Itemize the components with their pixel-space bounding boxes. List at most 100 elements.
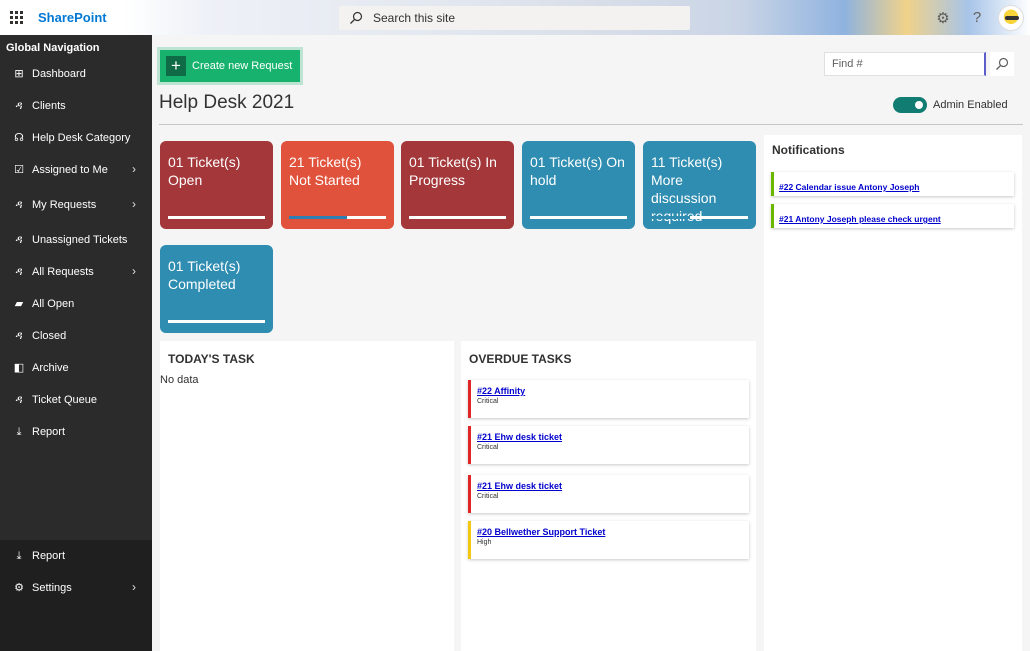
todays-task-empty: No data [160,374,199,386]
dashboard-icon: ⊞ [14,68,24,80]
sidebar-item-my-requests[interactable]: ዳ My Requests › [0,186,152,224]
tile-not-started[interactable]: 21 Ticket(s) Not Started [281,141,394,229]
sidebar-item-report[interactable]: ⤓ Report [0,416,152,448]
sidebar-item-report-bottom[interactable]: ⤓ Report [0,540,152,572]
sidebar-item-label: All Open [32,298,75,310]
sidebar-item-closed[interactable]: ዳ Closed [0,320,152,352]
notification-item[interactable]: #22 Calendar issue Antony Joseph [771,172,1014,196]
notification-link[interactable]: #22 Calendar issue Antony Joseph [779,182,919,192]
overdue-task-item[interactable]: #20 Bellwether Support Ticket High [468,521,749,559]
find-button[interactable] [990,52,1014,76]
sidebar-item-label: Report [32,550,66,562]
chevron-right-icon: › [132,580,136,594]
create-request-label: Create new Request [192,60,293,72]
sidebar-item-ticket-queue[interactable]: ዳ Ticket Queue [0,384,152,416]
tile-progress-bar [409,216,506,219]
tile-open[interactable]: 01 Ticket(s) Open [160,141,273,229]
sidebar-item-dashboard[interactable]: ⊞ Dashboard [0,58,152,90]
help-button[interactable]: ? [960,0,994,35]
sidebar-item-label: Report [32,426,66,438]
person-clock-icon: ዳ [15,394,23,406]
nav-title: Global Navigation [6,42,100,54]
nav-bottom-section: ⤓ Report ⚙ Settings › [0,540,152,651]
task-link[interactable]: #20 Bellwether Support Ticket [477,527,749,537]
site-search-input[interactable]: Search this site [339,6,690,30]
person-add-icon: ዳ [15,199,23,211]
tile-progress-bar [168,320,265,323]
sidebar-item-archive[interactable]: ◧ Archive [0,352,152,384]
sidebar-item-settings[interactable]: ⚙ Settings › [0,572,152,604]
tile-progress-bar [651,216,748,219]
task-priority: Critical [477,493,499,500]
checkbox-icon: ☑ [14,164,24,176]
admin-toggle[interactable] [893,97,927,113]
notifications-title: Notifications [772,143,845,157]
person-add-icon: ዳ [15,266,23,278]
sidebar-item-clients[interactable]: ዳ Clients [0,90,152,122]
tile-label: 01 Ticket(s) On hold [530,154,625,188]
app-launcher-button[interactable] [0,0,32,35]
find-ticket-input[interactable]: Find # [824,52,986,76]
tile-progress-bar [168,216,265,219]
sidebar-item-label: Ticket Queue [32,394,98,406]
tile-completed[interactable]: 01 Ticket(s) Completed [160,245,273,333]
gear-icon: ⚙ [936,9,950,27]
suite-bar: SharePoint Search this site ⚙ ? [0,0,1030,35]
sidebar-item-unassigned-tickets[interactable]: ዳ Unassigned Tickets [0,224,152,256]
create-request-button[interactable]: + Create new Request [160,50,300,82]
gear-icon: ⚙ [14,582,24,594]
main-content: + Create new Request Find # Help Desk 20… [152,35,1030,651]
chevron-right-icon: › [132,197,136,211]
find-placeholder: Find # [832,58,863,70]
overdue-tasks-title: OVERDUE TASKS [469,352,572,366]
task-link[interactable]: #21 Ehw desk ticket [477,481,749,491]
sidebar-item-label: Settings [32,582,72,594]
tile-on-hold[interactable]: 01 Ticket(s) On hold [522,141,635,229]
chevron-right-icon: › [132,162,136,176]
overdue-task-item[interactable]: #22 Affinity Critical [468,380,749,418]
tile-label: 01 Ticket(s) Open [168,154,241,188]
search-placeholder: Search this site [373,11,456,25]
page-title: Help Desk 2021 [159,92,295,113]
sidebar-item-all-requests[interactable]: ዳ All Requests › [0,256,152,288]
sidebar-item-label: Clients [32,100,66,112]
tile-more-discussion[interactable]: 11 Ticket(s) More discussion required [643,141,756,229]
tile-label: 21 Ticket(s) Not Started [289,154,362,188]
admin-toggle-group: Admin Enabled [893,97,1008,113]
chevron-right-icon: › [132,264,136,278]
tile-label: 01 Ticket(s) In Progress [409,154,497,188]
tile-label: 01 Ticket(s) Completed [168,258,241,292]
sidebar-item-label: My Requests [32,199,97,211]
tile-progress-bar [530,216,627,219]
sidebar-item-label: All Requests [32,266,94,278]
sidebar-item-assigned-to-me[interactable]: ☑ Assigned to Me › [0,154,152,186]
tile-label: 11 Ticket(s) More discussion required [651,154,723,224]
task-link[interactable]: #22 Affinity [477,386,749,396]
person-add-icon: ዳ [15,100,23,112]
search-icon [350,11,363,24]
tile-in-progress[interactable]: 01 Ticket(s) In Progress [401,141,514,229]
question-icon: ? [972,9,982,26]
headset-icon: ☊ [14,132,24,144]
notification-item[interactable]: #21 Antony Joseph please check urgent [771,204,1014,228]
todays-task-title: TODAY'S TASK [168,352,255,366]
tile-progress-bar [289,216,386,219]
global-navigation: Global Navigation ⊞ Dashboard ዳ Clients … [0,35,152,651]
sidebar-item-label: Help Desk Category [32,132,131,144]
brand-link[interactable]: SharePoint [38,10,107,25]
sidebar-item-all-open[interactable]: ▰ All Open [0,288,152,320]
settings-button[interactable]: ⚙ [926,0,960,35]
task-link[interactable]: #21 Ehw desk ticket [477,432,749,442]
sidebar-item-help-desk-category[interactable]: ☊ Help Desk Category [0,122,152,154]
plus-icon: + [166,56,186,76]
overdue-task-item[interactable]: #21 Ehw desk ticket Critical [468,475,749,513]
task-priority: High [477,539,492,546]
waffle-icon [9,11,23,24]
person-add-icon: ዳ [15,330,23,342]
person-clock-icon: ዳ [15,234,23,246]
task-priority: Critical [477,398,499,405]
notification-link[interactable]: #21 Antony Joseph please check urgent [779,214,941,224]
overdue-task-item[interactable]: #21 Ehw desk ticket Critical [468,426,749,464]
sidebar-item-label: Closed [32,330,67,342]
avatar[interactable] [998,4,1024,31]
